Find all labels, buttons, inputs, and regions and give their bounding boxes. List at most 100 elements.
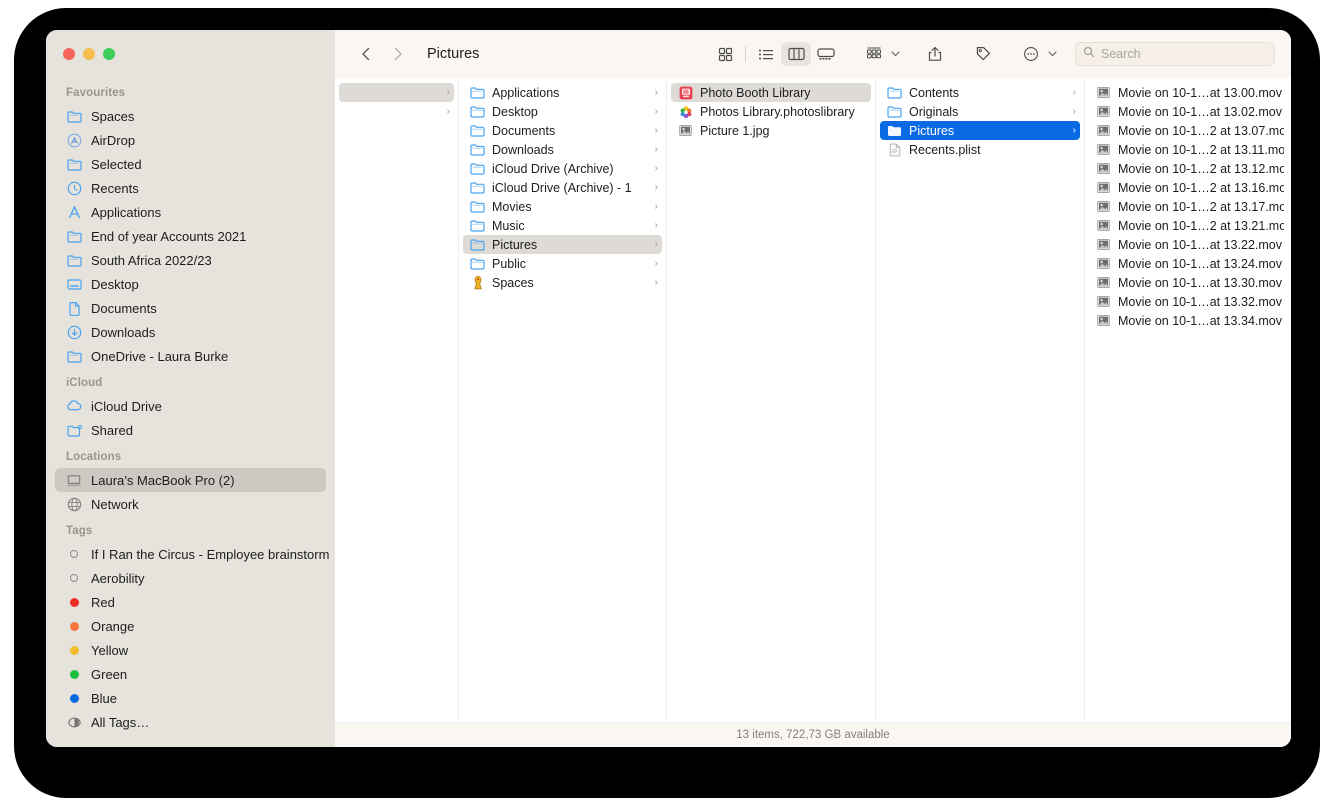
group-items-button[interactable] xyxy=(859,42,889,66)
sidebar-item-if-i-ran-the-circus-employee-brainstorm[interactable]: If I Ran the Circus - Employee brainstor… xyxy=(55,542,326,566)
sidebar-item-label: Documents xyxy=(91,301,157,316)
sidebar-item-south-africa-2022-23[interactable]: South Africa 2022/23 xyxy=(55,248,326,272)
sidebar-item-label: Blue xyxy=(91,691,117,706)
minimize-button[interactable] xyxy=(83,48,95,60)
column-row[interactable]: Downloads› xyxy=(463,140,662,159)
sidebar-item-aerobility[interactable]: Aerobility xyxy=(55,566,326,590)
home-column: Applications › Desktop›Documents›Downloads… xyxy=(459,78,667,722)
column-row[interactable]: Movie on 10-1…2 at 13.12.mov xyxy=(1089,159,1288,178)
sidebar-item-red[interactable]: Red xyxy=(55,590,326,614)
column-row-label: Contents xyxy=(909,86,1062,100)
column-row[interactable]: Pictures› xyxy=(463,235,662,254)
column-row[interactable]: Movie on 10-1…2 at 13.07.mov xyxy=(1089,121,1288,140)
column-row[interactable]: Pictures› xyxy=(880,121,1080,140)
sidebar-item-icloud-drive[interactable]: iCloud Drive xyxy=(55,394,326,418)
column-row[interactable]: Desktop› xyxy=(463,102,662,121)
column-row[interactable]: Spaces› xyxy=(463,273,662,292)
more-actions-button[interactable] xyxy=(1016,42,1046,66)
chevron-right-icon: › xyxy=(655,87,658,98)
column-row[interactable]: Movie on 10-1…at 13.32.mov xyxy=(1089,292,1288,311)
clock-icon xyxy=(66,180,82,196)
sidebar-item-blue[interactable]: Blue xyxy=(55,686,326,710)
chevron-right-icon: › xyxy=(655,277,658,288)
column-row[interactable]: Photo Booth Library xyxy=(671,83,871,102)
column-browser: › › Applications › Desktop›Documents›Downloa… xyxy=(335,78,1291,722)
column-row[interactable]: Movie on 10-1…at 13.24.mov xyxy=(1089,254,1288,273)
column-row[interactable]: Originals› xyxy=(880,102,1080,121)
search-placeholder: Search xyxy=(1101,47,1141,61)
sidebar-item-applications[interactable]: Applications xyxy=(55,200,326,224)
share-button[interactable] xyxy=(920,42,950,66)
sidebar-item-downloads[interactable]: Downloads xyxy=(55,320,326,344)
column-row[interactable]: Movie on 10-1…at 13.30.mov xyxy=(1089,273,1288,292)
back-button[interactable] xyxy=(353,41,379,67)
sidebar-item-spaces[interactable]: Spaces xyxy=(55,104,326,128)
column-row[interactable]: Movie on 10-1…2 at 13.17.mov xyxy=(1089,197,1288,216)
movie-icon xyxy=(1096,104,1111,119)
folder-icon xyxy=(66,348,82,364)
tag-dot-icon xyxy=(66,666,82,682)
toolbar-divider xyxy=(745,46,746,62)
more-chevron-down-icon[interactable] xyxy=(1046,51,1059,57)
sidebar-item-orange[interactable]: Orange xyxy=(55,614,326,638)
column-row[interactable]: Music› xyxy=(463,216,662,235)
sidebar-item-recents[interactable]: Recents xyxy=(55,176,326,200)
sidebar-item-label: End of year Accounts 2021 xyxy=(91,229,246,244)
laptop-icon xyxy=(66,472,82,488)
tag-icon[interactable] xyxy=(968,42,998,66)
search-field[interactable]: Search xyxy=(1075,42,1275,66)
column-row[interactable]: Contents› xyxy=(880,83,1080,102)
tag-dot-icon xyxy=(66,546,82,562)
column-row[interactable]: Movie on 10-1…at 13.34.mov xyxy=(1089,311,1288,330)
column-view-button[interactable] xyxy=(781,42,811,66)
close-button[interactable] xyxy=(63,48,75,60)
sidebar-item-onedrive-laura-burke[interactable]: OneDrive - Laura Burke xyxy=(55,344,326,368)
column-row[interactable]: Movie on 10-1…2 at 13.11.mov xyxy=(1089,140,1288,159)
column-row[interactable]: Public› xyxy=(463,254,662,273)
column-row[interactable]: iCloud Drive (Archive)› xyxy=(463,159,662,178)
sidebar-item-selected[interactable]: Selected xyxy=(55,152,326,176)
sidebar-item-all-tags[interactable]: All Tags… xyxy=(55,710,326,734)
column-row[interactable]: iCloud Drive (Archive) - 1› xyxy=(463,178,662,197)
sidebar-item-laura-s-macbook-pro-2[interactable]: Laura’s MacBook Pro (2) xyxy=(55,468,326,492)
sidebar-item-desktop[interactable]: Desktop xyxy=(55,272,326,296)
column-row[interactable]: › xyxy=(339,102,454,121)
chevron-right-icon: › xyxy=(655,144,658,155)
chevron-right-icon: › xyxy=(655,125,658,136)
column-row[interactable]: Movie on 10-1…at 13.00.mov xyxy=(1089,83,1288,102)
movie-icon xyxy=(1096,142,1111,157)
column-row-label: Movie on 10-1…at 13.32.mov xyxy=(1118,295,1284,309)
list-view-button[interactable] xyxy=(751,42,781,66)
movie-icon xyxy=(1096,199,1111,214)
traffic-lights xyxy=(46,30,335,78)
column-row[interactable]: Movie on 10-1…at 13.22.mov xyxy=(1089,235,1288,254)
column-row-label: Pictures xyxy=(909,124,1062,138)
sidebar-item-yellow[interactable]: Yellow xyxy=(55,638,326,662)
sidebar-item-documents[interactable]: Documents xyxy=(55,296,326,320)
column-row[interactable]: Movie on 10-1…2 at 13.16.mov xyxy=(1089,178,1288,197)
sidebar-item-network[interactable]: Network xyxy=(55,492,326,516)
chevron-right-icon: › xyxy=(447,87,450,98)
sidebar-item-end-of-year-accounts-2021[interactable]: End of year Accounts 2021 xyxy=(55,224,326,248)
column-row[interactable]: Movies› xyxy=(463,197,662,216)
column-row[interactable]: Applications › xyxy=(463,83,662,102)
gallery-view-button[interactable] xyxy=(811,42,841,66)
sidebar-item-airdrop[interactable]: AirDrop xyxy=(55,128,326,152)
sidebar-item-shared[interactable]: Shared xyxy=(55,418,326,442)
column-row-label: Applications xyxy=(492,86,644,100)
column-row[interactable]: Movie on 10-1…at 13.02.mov xyxy=(1089,102,1288,121)
desktop-icon xyxy=(66,276,82,292)
column-row[interactable]: Picture 1.jpg xyxy=(671,121,871,140)
column-row[interactable]: Movie on 10-1…2 at 13.21.mov xyxy=(1089,216,1288,235)
column-row[interactable]: Recents.plist xyxy=(880,140,1080,159)
movies-column: Movie on 10-1…at 13.00.movMovie on 10-1…… xyxy=(1085,78,1291,722)
column-row[interactable]: Photos Library.photoslibrary xyxy=(671,102,871,121)
group-chevron-down-icon[interactable] xyxy=(889,51,902,57)
icon-view-button[interactable] xyxy=(710,42,740,66)
movie-icon xyxy=(1096,256,1111,271)
sidebar-item-green[interactable]: Green xyxy=(55,662,326,686)
forward-button[interactable] xyxy=(385,41,411,67)
maximize-button[interactable] xyxy=(103,48,115,60)
column-row[interactable]: › xyxy=(339,83,454,102)
column-row[interactable]: Documents› xyxy=(463,121,662,140)
